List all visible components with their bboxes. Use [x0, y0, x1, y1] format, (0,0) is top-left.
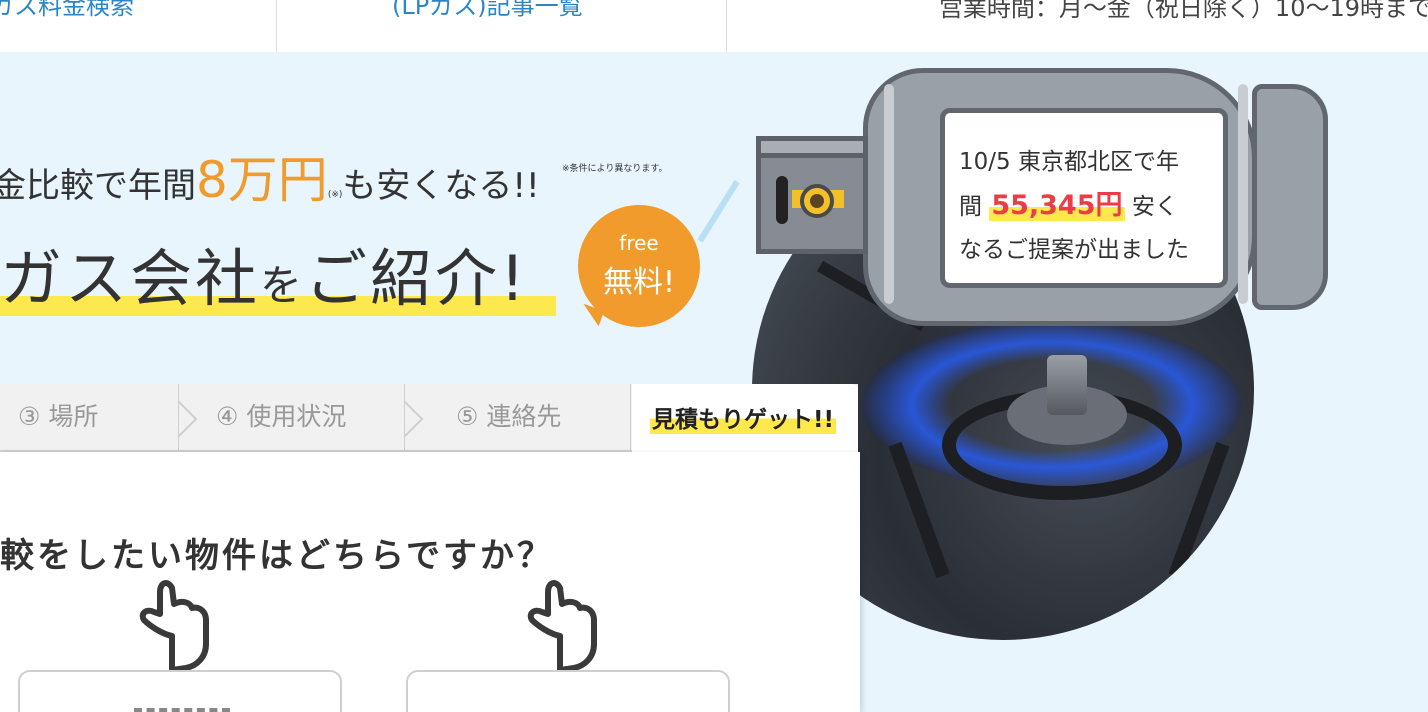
step-divider: [630, 384, 631, 452]
nav-link-gas-price-search[interactable]: ガス料金検索: [0, 0, 134, 21]
free-badge: free 無料!: [578, 205, 700, 327]
announcement-line2-pre: 間: [959, 194, 982, 220]
hero-condition-note: ※条件により異なります。: [562, 164, 668, 174]
step-separator-chevron: [178, 384, 198, 452]
hero-savings-headline: 金比較で年間8万円(※)も安くなる!!: [0, 140, 540, 212]
cylinder-highlight: [884, 84, 894, 304]
hero-main-headline: ガス会社をご紹介!: [0, 228, 556, 318]
announcement-line2-post: 安く: [1131, 194, 1178, 220]
valve-slot: [776, 176, 788, 224]
step-progress-bar: ③ 場所 ④ 使用状況 ⑤ 連絡先 見積もりゲット!!: [0, 384, 858, 452]
property-option-button-1[interactable]: [18, 670, 342, 712]
business-hours: 営業時間：月〜金（祝日除く）10〜19時まで: [938, 0, 1428, 22]
cylinder-highlight: [1238, 84, 1248, 304]
announcement-line1: 10/5 東京都北区で年: [959, 149, 1179, 175]
top-navigation: ガス料金検索 (LPガス)記事一覧 営業時間：月〜金（祝日除く）10〜19時まで: [0, 0, 1428, 52]
cylinder-valve-top: [756, 136, 868, 158]
headline-gas-company: ガス会社: [0, 242, 261, 315]
property-option-button-2[interactable]: [406, 670, 730, 712]
savings-announcement: 10/5 東京都北区で年 間 55,345円 安く なるご提案が出ました: [940, 108, 1228, 288]
free-badge-jp: 無料!: [602, 265, 676, 300]
nav-divider: [726, 0, 727, 52]
valve-knob: [800, 184, 834, 218]
hero-footnote-mark: (※): [327, 190, 343, 200]
step-contact: ⑤ 連絡先: [456, 402, 562, 431]
headline-introduce: ご紹介!: [305, 242, 528, 315]
announcement-amount: 55,345円: [989, 190, 1125, 221]
step-usage: ④ 使用状況: [216, 402, 347, 431]
option-icon: [134, 708, 230, 712]
hero-savings-amount: 8万円: [196, 151, 328, 209]
free-badge-en: free: [619, 231, 659, 255]
hero-line1-post: も安くなる!!: [342, 166, 540, 206]
pointing-hand-icon: [139, 580, 209, 673]
burner-center: [1047, 355, 1087, 415]
announcement-line3: なるご提案が出ました: [959, 237, 1189, 263]
cylinder-cap: [1252, 84, 1328, 310]
step-divider: [178, 384, 179, 452]
step-location: ③ 場所: [18, 402, 99, 431]
pointing-hand-icon: [527, 580, 597, 673]
bubble-pointer: [697, 180, 740, 243]
property-question: 較をしたい物件はどちらですか？: [0, 536, 554, 576]
step-separator-chevron: [404, 384, 424, 452]
step-get-estimate-label: 見積もりゲット!!: [650, 400, 836, 434]
nav-divider: [276, 0, 277, 52]
step-divider: [404, 384, 405, 452]
nav-link-article-list[interactable]: (LPガス)記事一覧: [392, 0, 583, 21]
headline-particle: を: [260, 261, 306, 310]
step-get-estimate: 見積もりゲット!!: [632, 384, 858, 452]
hero-line1-pre: 金比較で年間: [0, 166, 196, 206]
